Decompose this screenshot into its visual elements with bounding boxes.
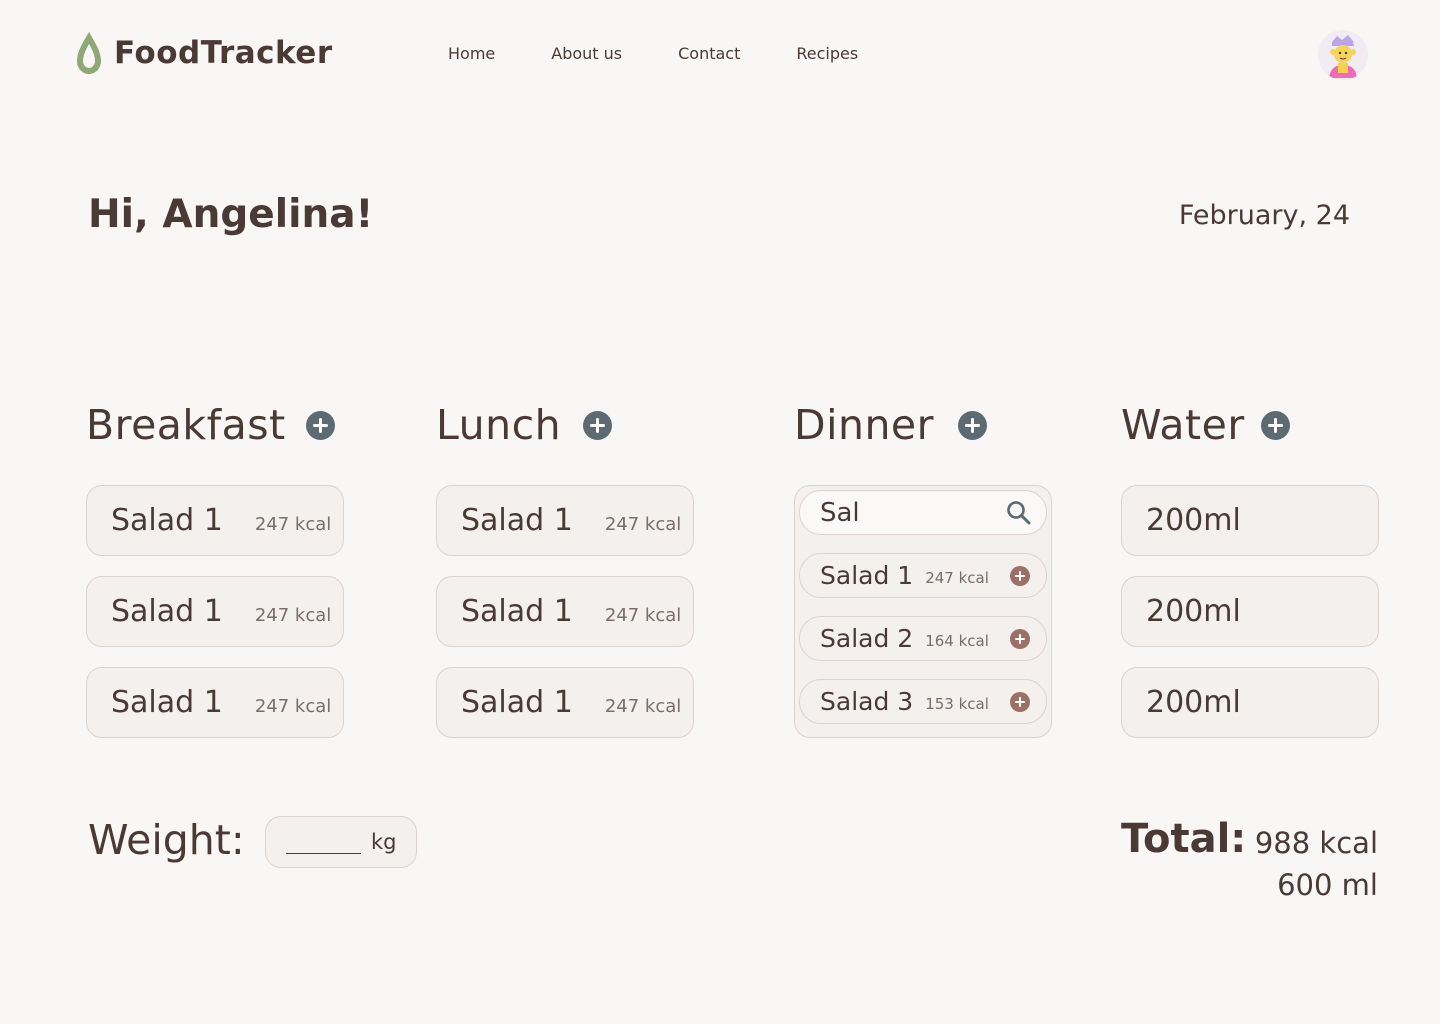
meal-kcal: 247 kcal [604,605,682,626]
water-header: Water [1121,400,1379,450]
food-search-input[interactable]: Sal [799,490,1047,535]
lunch-title: Lunch [436,401,562,449]
meal-name: Salad 1 [461,594,573,629]
breakfast-column: Breakfast Salad 1 247 kcal Salad 1 247 k… [86,400,344,758]
dinner-header: Dinner [794,400,1052,450]
result-kcal: 153 kcal [925,695,989,713]
water-item[interactable]: 200ml [1121,485,1379,556]
leaf-drop-icon [77,32,101,74]
nav-home[interactable]: Home [448,44,495,64]
greeting: Hi, Angelina! [88,192,374,237]
meal-item[interactable]: Salad 1 247 kcal [436,576,694,647]
nav-contact[interactable]: Contact [678,44,740,64]
result-kcal: 247 kcal [925,569,989,587]
water-item[interactable]: 200ml [1121,667,1379,738]
weight-unit: kg [371,830,397,854]
meal-item[interactable]: Salad 1 247 kcal [436,667,694,738]
brand-name: FoodTracker [114,35,333,71]
dinner-search-dropdown: Sal Salad 1 247 kcal Salad 2 164 kcal Sa… [794,485,1052,738]
meal-name: Salad 1 [111,503,223,538]
lunch-list: Salad 1 247 kcal Salad 1 247 kcal Salad … [436,485,694,738]
meal-kcal: 247 kcal [254,696,332,717]
dinner-title: Dinner [794,401,935,449]
result-name: Salad 2 [820,624,914,653]
meal-name: Salad 1 [111,594,223,629]
meal-item[interactable]: Salad 1 247 kcal [86,485,344,556]
add-lunch-icon[interactable] [583,410,613,440]
add-result-icon[interactable] [1010,566,1030,586]
lunch-header: Lunch [436,400,694,450]
meal-kcal: 247 kcal [604,696,682,717]
nav-recipes[interactable]: Recipes [796,44,858,64]
add-dinner-icon[interactable] [958,410,988,440]
meal-item[interactable]: Salad 1 247 kcal [436,485,694,556]
meal-kcal: 247 kcal [254,514,332,535]
nav-about-us[interactable]: About us [551,44,622,64]
add-result-icon[interactable] [1010,629,1030,649]
result-name: Salad 1 [820,561,914,590]
total-ml: 600 ml [1277,868,1378,902]
water-list: 200ml 200ml 200ml [1121,485,1379,738]
search-query: Sal [820,497,860,528]
dinner-column: Dinner Sal Salad 1 247 kcal Salad 2 164 … [794,400,1052,738]
logo[interactable]: FoodTracker [76,30,333,76]
current-date: February, 24 [1178,200,1350,231]
total-label: Total: [1121,816,1247,862]
breakfast-title: Breakfast [86,401,286,449]
lunch-column: Lunch Salad 1 247 kcal Salad 1 247 kcal … [436,400,694,758]
meal-name: Salad 1 [461,503,573,538]
result-kcal: 164 kcal [925,632,989,650]
water-amount: 200ml [1146,685,1241,720]
meal-item[interactable]: Salad 1 247 kcal [86,576,344,647]
meal-name: Salad 1 [461,685,573,720]
weight-input[interactable]: kg [265,816,417,868]
add-result-icon[interactable] [1010,692,1030,712]
meal-item[interactable]: Salad 1 247 kcal [86,667,344,738]
water-title: Water [1121,401,1245,449]
breakfast-list: Salad 1 247 kcal Salad 1 247 kcal Salad … [86,485,344,738]
breakfast-header: Breakfast [86,400,344,450]
add-breakfast-icon[interactable] [305,410,335,440]
weight-label: Weight: [88,816,245,864]
search-result-item[interactable]: Salad 2 164 kcal [799,616,1047,661]
weight-input-line [286,840,361,854]
user-avatar[interactable] [1318,30,1368,80]
meal-kcal: 247 kcal [254,605,332,626]
water-item[interactable]: 200ml [1121,576,1379,647]
water-amount: 200ml [1146,503,1241,538]
search-icon[interactable] [1006,500,1032,526]
total-kcal: 988 kcal [1254,826,1378,860]
add-water-icon[interactable] [1260,410,1290,440]
avatar-illustration [1318,30,1368,80]
meal-name: Salad 1 [111,685,223,720]
main-nav: Home About us Contact Recipes [448,44,914,64]
result-name: Salad 3 [820,687,914,716]
page: FoodTracker Home About us Contact Recipe… [0,0,1440,1024]
water-amount: 200ml [1146,594,1241,629]
search-result-item[interactable]: Salad 1 247 kcal [799,553,1047,598]
meal-kcal: 247 kcal [604,514,682,535]
water-column: Water 200ml 200ml 200ml [1121,400,1379,758]
search-result-item[interactable]: Salad 3 153 kcal [799,679,1047,724]
